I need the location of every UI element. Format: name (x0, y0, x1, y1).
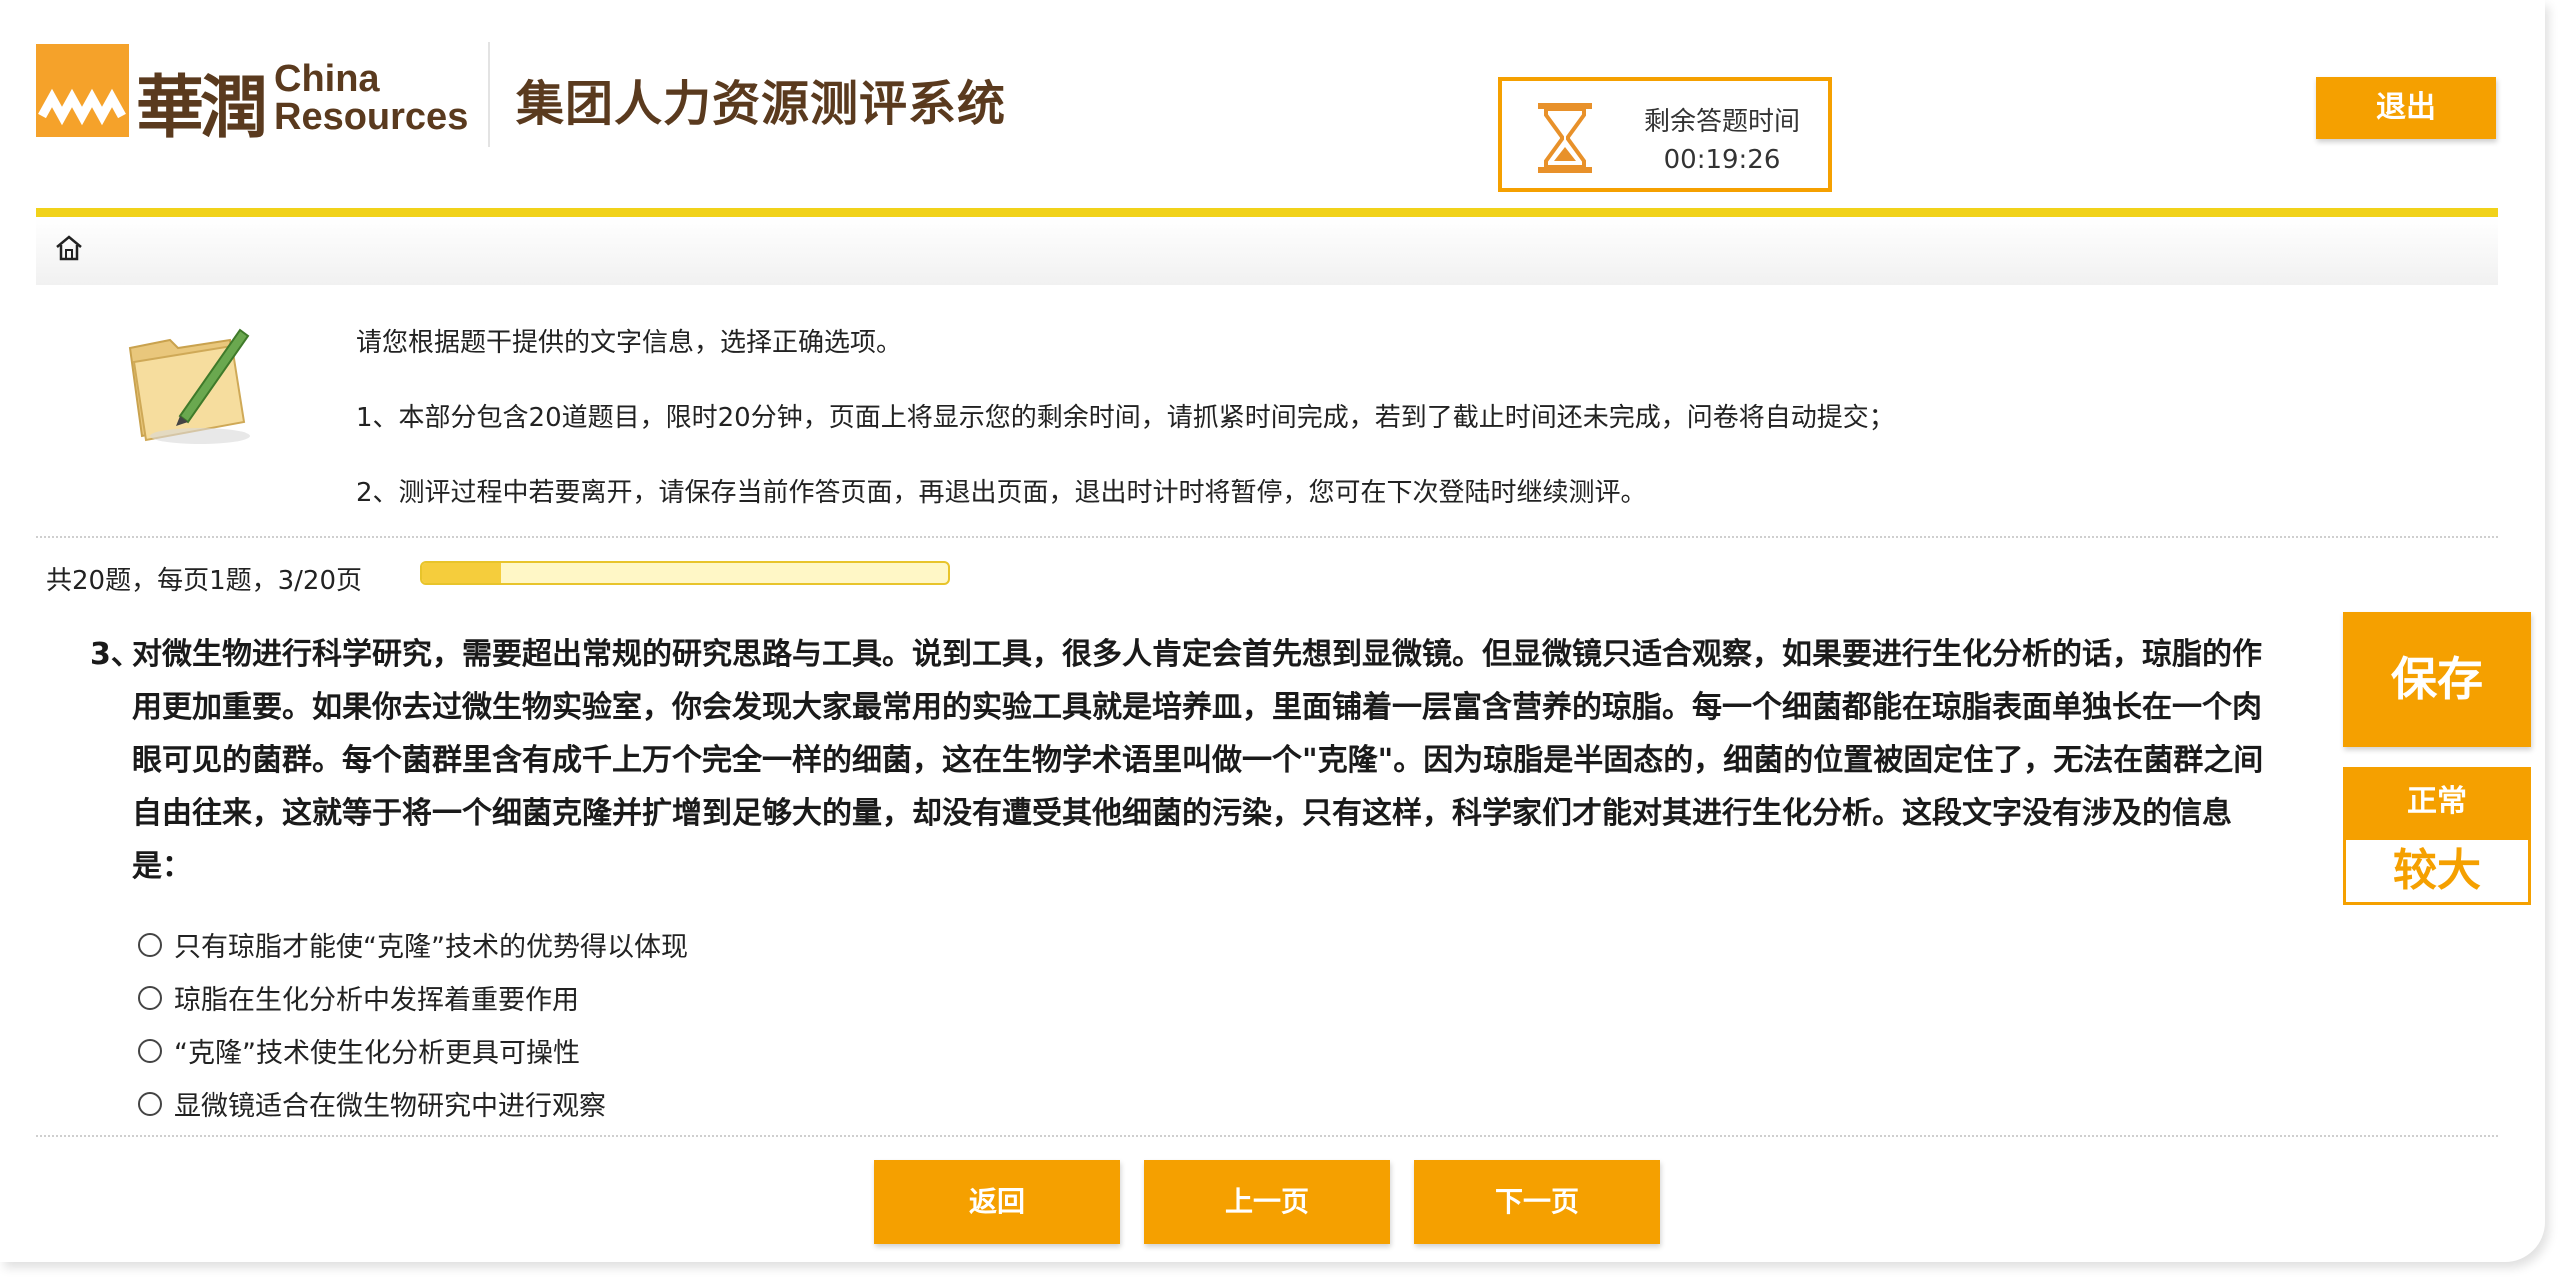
breadcrumb (36, 217, 2498, 285)
answer-option[interactable]: 显微镜适合在微生物研究中进行观察 (138, 1077, 688, 1130)
radio-button[interactable] (138, 985, 162, 1010)
radio-button[interactable] (138, 932, 162, 957)
instruction-rule-2: 2、测评过程中若要离开，请保存当前作答页面，再退出页面，退出时计时将暂停，您可在… (356, 478, 1647, 508)
option-label: “克隆”技术使生化分析更具可操性 (174, 1038, 580, 1069)
logo-english-text: China Resources (274, 60, 468, 136)
option-label: 显微镜适合在微生物研究中进行观察 (174, 1091, 606, 1122)
progress-bar-fill (422, 563, 501, 583)
back-button[interactable]: 返回 (874, 1160, 1120, 1244)
answer-options: 只有琼脂才能使“克隆”技术的优势得以体现 琼脂在生化分析中发挥着重要作用 “克隆… (138, 918, 688, 1130)
save-button[interactable]: 保存 (2343, 612, 2531, 747)
question-block: 3、 对微生物进行科学研究，需要超出常规的研究思路与工具。说到工具，很多人肯定会… (90, 628, 2290, 893)
instruction-rule-1: 1、本部分包含20道题目，限时20分钟，页面上将显示您的剩余时间，请抓紧时间完成… (356, 403, 1895, 433)
logo-english-line1: China (274, 58, 380, 100)
option-label: 只有琼脂才能使“克隆”技术的优势得以体现 (174, 932, 688, 963)
divider (36, 536, 2498, 538)
question-number: 3、 (90, 637, 141, 672)
logo-english-line2: Resources (274, 96, 469, 138)
question-text: 对微生物进行科学研究，需要超出常规的研究思路与工具。说到工具，很多人肯定会首先想… (132, 637, 2264, 884)
home-icon[interactable] (54, 233, 84, 263)
answer-option[interactable]: 琼脂在生化分析中发挥着重要作用 (138, 971, 688, 1024)
progress-bar (420, 561, 950, 585)
prev-page-button[interactable]: 上一页 (1144, 1160, 1390, 1244)
remaining-time-value: 00:19:26 (1663, 145, 1781, 175)
answer-option[interactable]: 只有琼脂才能使“克隆”技术的优势得以体现 (138, 918, 688, 971)
remaining-time-box: 剩余答题时间 00:19:26 (1498, 77, 1832, 192)
logout-button[interactable]: 退出 (2316, 77, 2496, 139)
next-page-button[interactable]: 下一页 (1414, 1160, 1660, 1244)
china-resources-logo: 華潤 China Resources (36, 38, 468, 148)
font-size-large-button[interactable]: 较大 (2343, 837, 2531, 905)
remaining-time-label: 剩余答题时间 (1643, 107, 1800, 137)
folder-pen-icon (120, 318, 260, 448)
logo-chinese-text: 華潤 (136, 68, 268, 148)
divider (36, 1135, 2498, 1137)
logo-mark-icon (36, 44, 129, 137)
header-rule (36, 208, 2498, 217)
hourglass-icon (1536, 101, 1594, 175)
answer-option[interactable]: “克隆”技术使生化分析更具可操性 (138, 1024, 688, 1077)
option-label: 琼脂在生化分析中发挥着重要作用 (174, 985, 579, 1016)
radio-button[interactable] (138, 1091, 162, 1116)
header-divider (488, 42, 490, 147)
instruction-intro: 请您根据题干提供的文字信息，选择正确选项。 (356, 328, 903, 358)
font-size-normal-button[interactable]: 正常 (2343, 767, 2531, 837)
progress-text: 共20题，每页1题，3/20页 (46, 566, 363, 596)
system-title: 集团人力资源测评系统 (516, 76, 1007, 132)
radio-button[interactable] (138, 1038, 162, 1063)
